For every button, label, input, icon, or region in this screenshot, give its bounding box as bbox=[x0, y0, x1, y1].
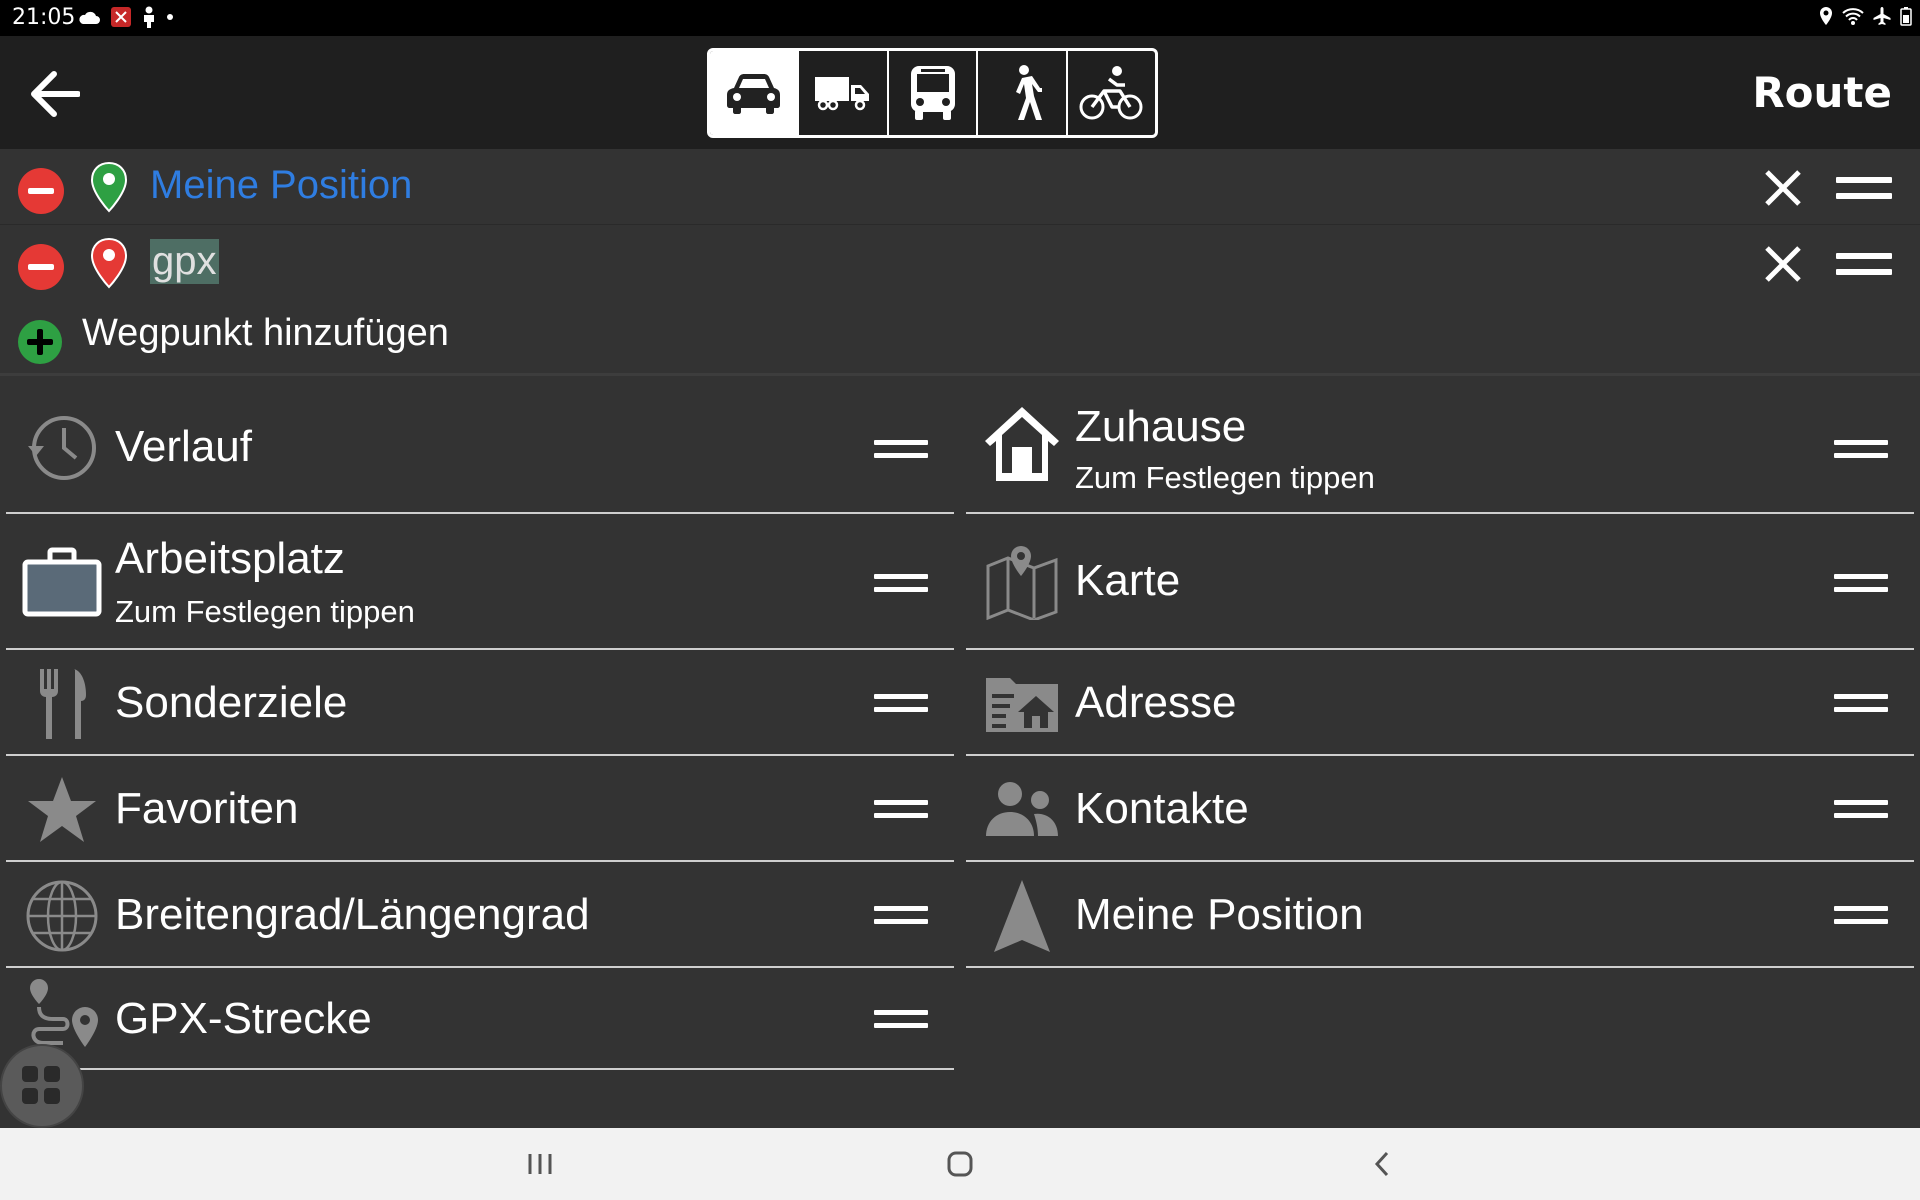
restaurant-icon bbox=[22, 664, 102, 744]
battery-icon bbox=[1900, 7, 1912, 26]
drag-handle-icon[interactable] bbox=[874, 692, 928, 716]
red-pin-icon bbox=[90, 237, 128, 289]
list-item-poi[interactable]: Sonderziele bbox=[6, 652, 954, 756]
item-subtitle: Zum Festlegen tippen bbox=[1075, 460, 1375, 495]
item-title: Verlauf bbox=[115, 422, 252, 471]
recent-apps-button[interactable] bbox=[510, 1142, 570, 1186]
drag-handle-icon[interactable] bbox=[1836, 173, 1892, 203]
page-title: Route bbox=[1752, 68, 1892, 117]
mode-bicycle-button[interactable] bbox=[1068, 51, 1155, 135]
cloud-icon bbox=[79, 11, 100, 24]
arrow-back-icon bbox=[31, 71, 80, 117]
clear-waypoint-icon[interactable] bbox=[1760, 241, 1806, 287]
bicycle-icon bbox=[1079, 66, 1143, 120]
bus-icon bbox=[910, 66, 955, 120]
list-item-latlon[interactable]: Breitengrad/Längengrad bbox=[6, 864, 954, 968]
chevron-left-icon bbox=[1374, 1151, 1389, 1177]
mode-bus-button[interactable] bbox=[889, 51, 979, 135]
dot-icon bbox=[167, 14, 173, 20]
mode-pedestrian-button[interactable] bbox=[978, 51, 1068, 135]
drag-handle-icon[interactable] bbox=[1834, 904, 1888, 928]
briefcase-icon bbox=[22, 542, 102, 622]
map-icon bbox=[982, 542, 1062, 622]
home-button[interactable] bbox=[930, 1142, 990, 1186]
list-item-history[interactable]: Verlauf bbox=[6, 382, 954, 514]
list-item-gpx-track[interactable]: GPX-Strecke bbox=[6, 970, 954, 1070]
car-icon bbox=[726, 74, 780, 114]
drag-handle-icon[interactable] bbox=[874, 904, 928, 928]
green-pin-icon bbox=[90, 161, 128, 213]
item-title: Favoriten bbox=[115, 784, 299, 833]
back-button[interactable] bbox=[24, 66, 84, 122]
app-notification-icon bbox=[111, 7, 131, 27]
list-item-favorites[interactable]: Favoriten bbox=[6, 758, 954, 862]
item-title: Adresse bbox=[1075, 678, 1237, 727]
wifi-icon bbox=[1842, 8, 1864, 25]
airplane-icon bbox=[1873, 7, 1891, 25]
item-title: GPX-Strecke bbox=[115, 994, 372, 1043]
item-title: Kontakte bbox=[1075, 784, 1249, 833]
item-title: Breitengrad/Längengrad bbox=[115, 890, 590, 939]
item-title: Arbeitsplatz bbox=[115, 534, 345, 583]
apps-floating-button[interactable] bbox=[0, 1044, 84, 1128]
grid-icon bbox=[22, 1066, 60, 1104]
drag-handle-icon[interactable] bbox=[1836, 249, 1892, 279]
address-icon bbox=[982, 664, 1062, 744]
item-title: Meine Position bbox=[1075, 890, 1364, 939]
drag-handle-icon[interactable] bbox=[874, 572, 928, 596]
system-nav-bar bbox=[0, 1128, 1920, 1200]
mode-car-button[interactable] bbox=[710, 51, 800, 135]
list-item-work[interactable]: Arbeitsplatz Zum Festlegen tippen bbox=[6, 516, 954, 650]
person-icon bbox=[144, 6, 154, 28]
globe-icon bbox=[22, 876, 102, 956]
contacts-icon bbox=[982, 770, 1062, 850]
drag-handle-icon[interactable] bbox=[1834, 798, 1888, 822]
add-waypoint-button[interactable]: Wegpunkt hinzufügen bbox=[0, 300, 1920, 376]
list-item-home[interactable]: Zuhause Zum Festlegen tippen bbox=[966, 382, 1914, 514]
back-nav-button[interactable] bbox=[1352, 1142, 1412, 1186]
remove-waypoint-button[interactable] bbox=[18, 168, 64, 214]
home-icon bbox=[982, 404, 1062, 484]
waypoint-row-start[interactable]: Meine Position bbox=[0, 149, 1920, 225]
history-icon bbox=[22, 408, 102, 488]
waypoint-label: Meine Position bbox=[150, 163, 413, 207]
list-item-map[interactable]: Karte bbox=[966, 516, 1914, 650]
status-time: 21:05 bbox=[12, 5, 76, 30]
truck-icon bbox=[815, 77, 870, 111]
home-nav-icon bbox=[947, 1151, 973, 1177]
waypoint-row-destination[interactable]: gpx bbox=[0, 225, 1920, 301]
drag-handle-icon[interactable] bbox=[1834, 438, 1888, 462]
status-left-icons bbox=[78, 6, 174, 28]
mode-truck-button[interactable] bbox=[799, 51, 889, 135]
item-title: Karte bbox=[1075, 556, 1181, 605]
item-title: Zuhause bbox=[1075, 402, 1247, 451]
remove-waypoint-button[interactable] bbox=[18, 244, 64, 290]
add-circle-icon bbox=[18, 320, 62, 364]
drag-handle-icon[interactable] bbox=[1834, 692, 1888, 716]
location-arrow-icon bbox=[982, 876, 1062, 956]
drag-handle-icon[interactable] bbox=[874, 798, 928, 822]
drag-handle-icon[interactable] bbox=[874, 1008, 928, 1032]
drag-handle-icon[interactable] bbox=[874, 438, 928, 462]
list-item-contacts[interactable]: Kontakte bbox=[966, 758, 1914, 862]
list-item-my-position[interactable]: Meine Position bbox=[966, 864, 1914, 968]
drag-handle-icon[interactable] bbox=[1834, 572, 1888, 596]
status-right-icons bbox=[1818, 6, 1912, 26]
star-icon bbox=[22, 770, 102, 850]
list-item-address[interactable]: Adresse bbox=[966, 652, 1914, 756]
app-bar: Route bbox=[0, 36, 1920, 149]
status-bar: 21:05 bbox=[0, 0, 1920, 36]
item-title: Sonderziele bbox=[115, 678, 348, 727]
transport-mode-selector bbox=[707, 48, 1158, 138]
pedestrian-icon bbox=[1015, 65, 1042, 120]
waypoint-label[interactable]: gpx bbox=[150, 239, 219, 284]
recents-icon bbox=[528, 1154, 552, 1174]
location-status-icon bbox=[1820, 7, 1832, 25]
item-subtitle: Zum Festlegen tippen bbox=[115, 594, 415, 629]
clear-waypoint-icon[interactable] bbox=[1760, 165, 1806, 211]
add-waypoint-label: Wegpunkt hinzufügen bbox=[82, 312, 449, 354]
